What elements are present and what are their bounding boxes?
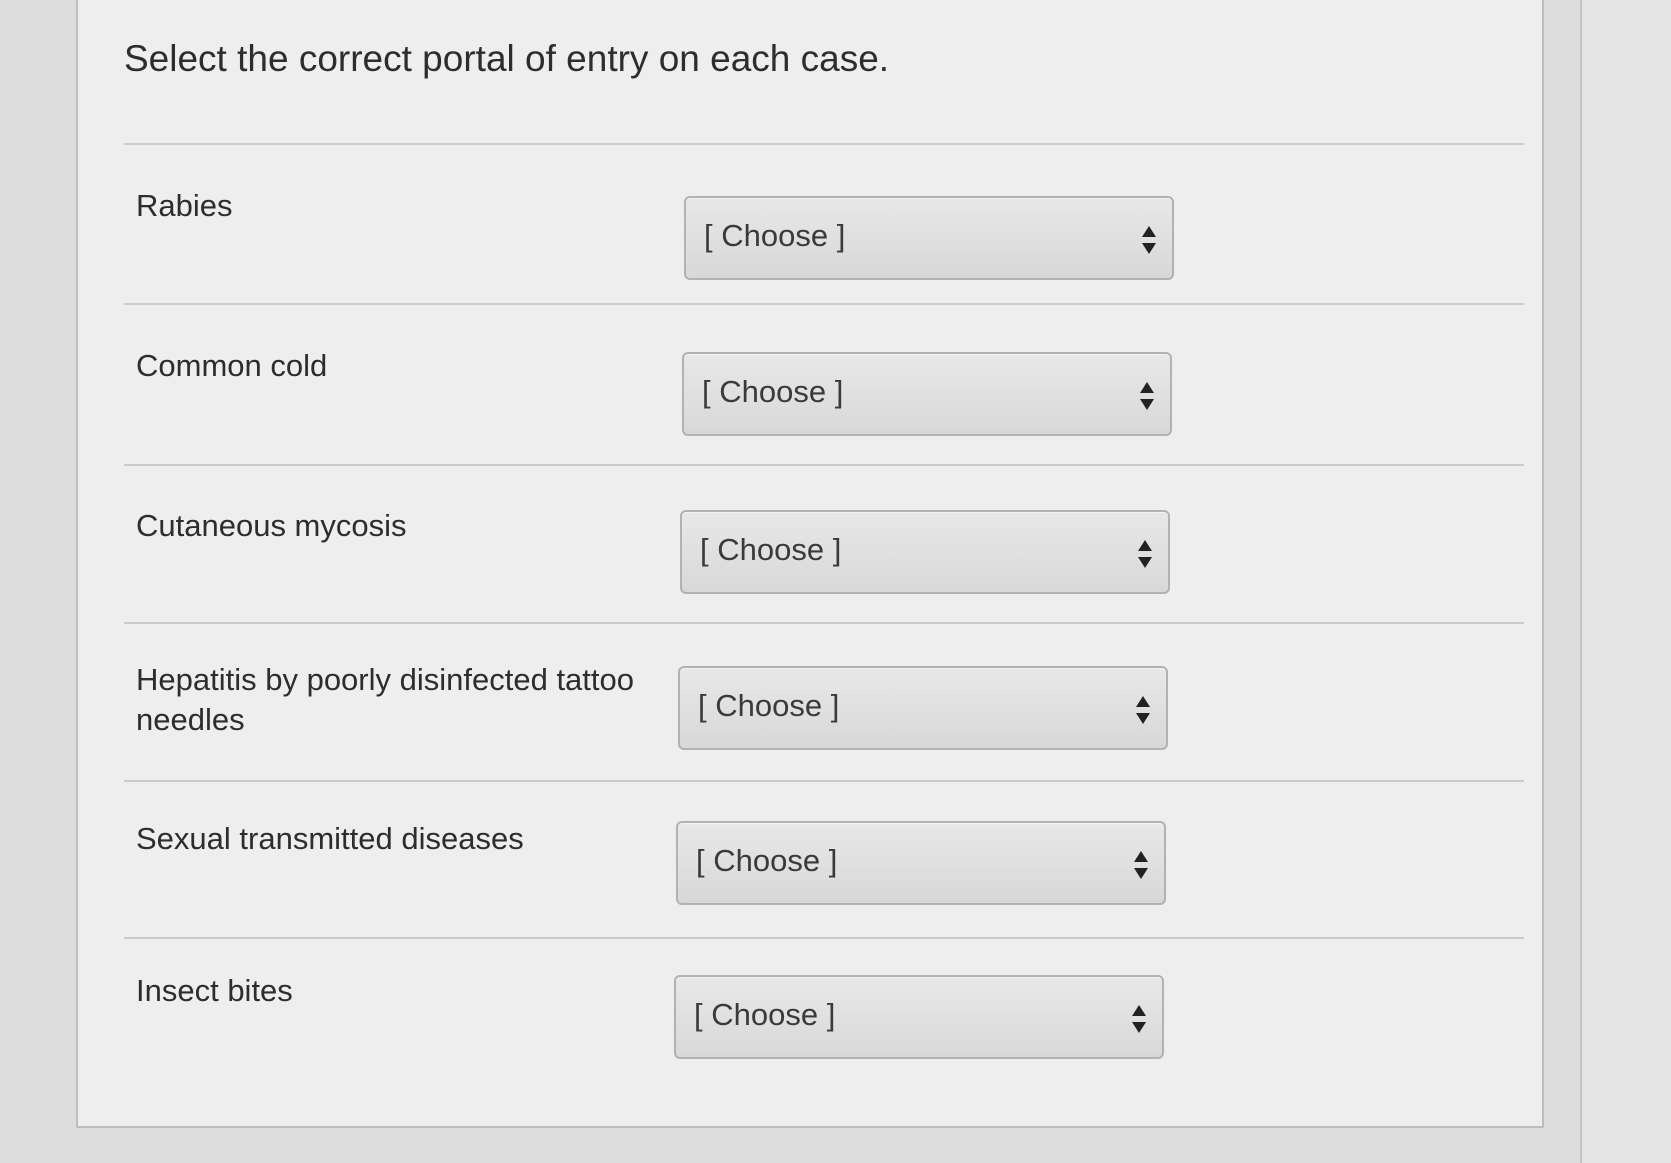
select-value: [ Choose ] <box>704 218 846 253</box>
divider <box>124 303 1524 305</box>
divider <box>124 143 1524 145</box>
up-down-arrows-icon <box>1134 851 1148 879</box>
case-label-cutaneous-mycosis: Cutaneous mycosis <box>136 508 407 543</box>
portal-select-common-cold[interactable]: [ Choose ] <box>682 352 1172 436</box>
up-down-arrows-icon <box>1136 696 1150 724</box>
up-down-arrows-icon <box>1138 540 1152 568</box>
divider <box>124 464 1524 466</box>
divider <box>124 780 1524 782</box>
divider <box>124 622 1524 624</box>
case-label-insect-bites: Insect bites <box>136 973 293 1008</box>
select-value: [ Choose ] <box>694 997 836 1032</box>
select-value: [ Choose ] <box>702 374 844 409</box>
up-down-arrows-icon <box>1140 382 1154 410</box>
case-label-rabies: Rabies <box>136 188 233 223</box>
portal-select-cutaneous-mycosis[interactable]: [ Choose ] <box>680 510 1170 594</box>
up-down-arrows-icon <box>1142 226 1156 254</box>
select-value: [ Choose ] <box>700 532 842 567</box>
portal-select-rabies[interactable]: [ Choose ] <box>684 196 1174 280</box>
case-label-common-cold: Common cold <box>136 348 328 383</box>
question-prompt: Select the correct portal of entry on ea… <box>124 38 890 79</box>
portal-select-sexual-transmitted-diseases[interactable]: [ Choose ] <box>676 821 1166 905</box>
select-value: [ Choose ] <box>696 843 838 878</box>
side-panel <box>1580 0 1671 1163</box>
case-label-sexual-transmitted-diseases: Sexual transmitted diseases <box>136 821 524 856</box>
portal-select-insect-bites[interactable]: [ Choose ] <box>674 975 1164 1059</box>
up-down-arrows-icon <box>1132 1005 1146 1033</box>
portal-select-hepatitis-tattoo-needles[interactable]: [ Choose ] <box>678 666 1168 750</box>
divider <box>124 937 1524 939</box>
select-value: [ Choose ] <box>698 688 840 723</box>
case-label-hepatitis-tattoo-needles: Hepatitis by poorly disinfected tattoo n… <box>136 662 634 737</box>
